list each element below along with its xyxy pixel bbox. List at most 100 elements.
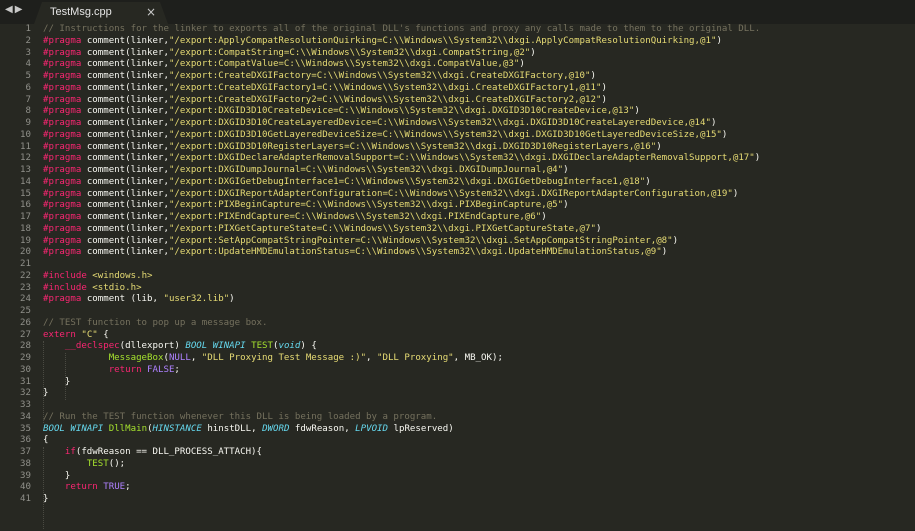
code-line: #pragma comment(linker,"/export:CreateDX… [43, 71, 915, 83]
code-area[interactable]: // Instructions for the linker to export… [43, 24, 915, 531]
code-token: #pragma [43, 94, 82, 105]
code-token: #pragma [43, 247, 82, 258]
line-number: 22 [20, 270, 31, 281]
code-token: comment(linker, [86, 212, 169, 222]
code-token: ) [661, 247, 668, 258]
code-token: return [64, 482, 98, 493]
code-token: "/export:DXGID3D10RegisterLayers=C:\\Win… [168, 141, 657, 152]
code-line: if(fdwReason == DLL_PROCESS_ATTACH){ [43, 447, 915, 459]
line-number: 33 [20, 400, 31, 410]
forward-arrow-icon[interactable]: ▶ [15, 4, 25, 15]
code-token: comment(linker, [86, 59, 169, 70]
code-token: "C" [81, 329, 98, 340]
close-icon[interactable]: × [146, 5, 156, 19]
code-token: #pragma [43, 200, 82, 211]
code-token: "DLL Proxying Test Message :)" [201, 353, 367, 363]
line-number: 38 [20, 458, 31, 469]
code-token: TRUE [103, 482, 126, 493]
code-token: ) [601, 82, 607, 93]
code-token: ; [174, 364, 180, 375]
tab-bar: ◀▶ TestMsg.cpp × [0, 0, 915, 24]
code-token: <windows.h> [92, 270, 153, 281]
line-number: 37 [20, 447, 31, 457]
code-line: #pragma comment(linker,"/export:DXGID3D1… [43, 106, 915, 118]
code-line: #pragma comment(linker,"/export:PIXBegin… [43, 200, 915, 212]
line-number: 11 [20, 141, 31, 152]
line-number: 32 [20, 388, 31, 399]
code-line: #pragma comment(linker,"/export:SetAppCo… [43, 236, 915, 248]
code-line: #include <stdio.h> [43, 283, 915, 295]
code-token: LPVOID [355, 423, 389, 434]
code-token: comment(linker, [86, 71, 169, 81]
code-token: ) [754, 153, 761, 164]
code-token: FALSE [147, 364, 175, 375]
tab-testmsg-cpp[interactable]: TestMsg.cpp × [34, 2, 168, 24]
line-number: 14 [20, 176, 31, 187]
code-token: comment(linker, [86, 235, 169, 246]
code-token: comment(linker, [86, 35, 169, 46]
code-line: #pragma comment(linker,"/export:DXGIDecl… [43, 153, 915, 165]
line-number: 3 [25, 47, 31, 58]
code-token: "/export:DXGID3D10CreateLayeredDevice=C:… [168, 118, 711, 128]
code-token: "/export:CreateDXGIFactory=C:\\Windows\\… [168, 71, 591, 81]
code-line: #pragma comment(linker,"/export:CreateDX… [43, 95, 915, 107]
code-token: "DLL Proxying" [377, 353, 454, 363]
line-number: 16 [20, 200, 31, 211]
line-number: 28 [20, 341, 31, 352]
code-line: #pragma comment (lib, "user32.lib") [43, 294, 915, 306]
code-token: , MB_OK); [453, 353, 503, 363]
code-editor[interactable]: 1 2 3 4 5 6 7 8 9 10 11 12 13 14 15 16 17 18 19 20 21 22 23 24 2… [0, 24, 915, 531]
indent-guide [65, 353, 66, 400]
code-token: ) [721, 129, 728, 140]
code-token: WINAPI [70, 423, 104, 434]
line-number: 13 [20, 165, 31, 175]
code-token: , [190, 353, 202, 363]
code-line: BOOL WINAPI DllMain(HINSTANCE hinstDLL, … [43, 424, 915, 436]
code-token: #pragma [43, 212, 82, 222]
code-token: #pragma [43, 141, 82, 152]
line-number: 25 [20, 306, 31, 316]
line-number: 20 [20, 247, 31, 258]
code-line: #pragma comment(linker,"/export:DXGID3D1… [43, 118, 915, 130]
line-number: 15 [20, 188, 31, 199]
code-token: comment(linker, [86, 94, 169, 105]
code-token: ) [563, 200, 569, 211]
code-token: lpReserved) [393, 423, 454, 434]
code-token: comment(linker, [86, 247, 169, 258]
code-token: #pragma [43, 223, 82, 234]
code-token: , [366, 353, 377, 363]
code-token: TEST [251, 341, 273, 352]
line-number-gutter: 1 2 3 4 5 6 7 8 9 10 11 12 13 14 15 16 17 18 19 20 21 22 23 24 2… [0, 24, 35, 531]
code-token: comment(linker, [86, 129, 169, 140]
line-number: 35 [20, 423, 31, 434]
code-token: BOOL [185, 341, 208, 352]
code-token: { [103, 329, 109, 340]
line-number: 4 [25, 59, 31, 70]
line-number: 24 [20, 294, 31, 305]
code-token: { [43, 435, 49, 446]
line-number: 12 [20, 153, 31, 164]
code-token: #pragma [43, 71, 82, 81]
line-number: 27 [20, 329, 31, 340]
code-token: (dllexport) [119, 341, 186, 352]
code-token: ) [519, 59, 525, 70]
code-token: "/export:DXGID3D10CreateDevice=C:\\Windo… [168, 106, 635, 117]
back-arrow-icon[interactable]: ◀ [5, 4, 15, 15]
code-token: "/export:SetAppCompatStringPointer=C:\\W… [168, 235, 673, 246]
code-token: #include [43, 282, 87, 293]
line-number: 9 [25, 118, 31, 128]
code-token: void [278, 341, 301, 352]
code-token: "/export:CompatValue=C:\\Windows\\System… [168, 59, 520, 70]
line-number: 10 [20, 129, 31, 140]
code-line: } [43, 494, 915, 506]
line-number: 26 [20, 317, 31, 328]
code-token: (); [108, 458, 126, 469]
code-token: "/export:CreateDXGIFactory2=C:\\Windows\… [168, 94, 602, 105]
code-line: #pragma comment(linker,"/export:PIXEndCa… [43, 212, 915, 224]
